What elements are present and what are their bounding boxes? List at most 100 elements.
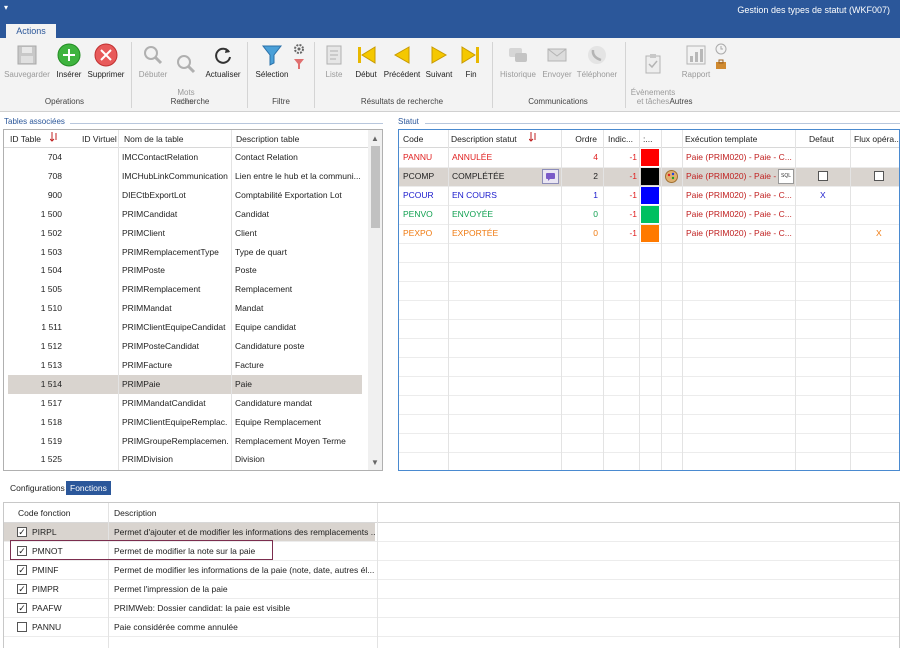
other-tools-button[interactable] <box>714 42 728 72</box>
cell-indic: -1 <box>629 190 637 200</box>
tables-grid: ID Table ID Virtuel Nom de la table Desc… <box>3 129 383 471</box>
column-header-id-table[interactable]: ID Table <box>10 130 41 148</box>
column-header-ordre[interactable]: Ordre <box>569 130 597 148</box>
palette-icon[interactable] <box>664 169 679 184</box>
column-header-code-fonction[interactable]: Code fonction <box>18 503 70 523</box>
history-button[interactable]: Historique <box>496 42 540 79</box>
cell-description: PRIMWeb: Dossier candidat: la paie est v… <box>114 603 291 613</box>
row-divider <box>399 300 899 301</box>
cell-ordre: 2 <box>593 171 598 181</box>
flux-checkbox[interactable] <box>874 171 884 181</box>
group-label-operations: Opérations <box>44 97 85 106</box>
column-divider <box>603 130 604 470</box>
window-title: Gestion des types de statut (WKF007) <box>737 5 890 15</box>
list-icon <box>321 42 347 68</box>
column-header-code[interactable]: Code <box>403 130 423 148</box>
cell-description-statut: ENVOYÉE <box>452 209 494 219</box>
cell-flux <box>876 205 896 224</box>
cell-id-table: 1 514 <box>40 378 62 389</box>
refresh-button[interactable]: Actualiser <box>202 42 244 79</box>
cell-id-table: 1 503 <box>40 246 62 257</box>
column-header-description-table[interactable]: Description table <box>236 130 299 148</box>
scroll-down-icon[interactable]: ▼ <box>371 458 379 467</box>
cell-ordre: 4 <box>593 152 598 162</box>
column-header-flux[interactable]: Flux opéra... <box>854 130 899 148</box>
column-header-defaut[interactable]: Defaut <box>809 130 834 148</box>
cell-nom-table: PRIMGroupeRemplacemen... <box>122 435 228 446</box>
column-divider <box>377 503 378 648</box>
scroll-thumb[interactable] <box>371 146 380 228</box>
cell-id-virtuel <box>80 243 116 262</box>
cell-id-table: 1 525 <box>40 454 62 465</box>
subtabs: Configurations Fonctions <box>0 481 900 495</box>
send-button[interactable]: Envoyer <box>540 42 574 79</box>
row-divider <box>399 357 899 358</box>
status-color-swatch[interactable] <box>641 168 659 185</box>
status-color-swatch[interactable] <box>641 149 659 166</box>
cell-id-virtuel <box>80 413 116 432</box>
history-clock-icon <box>715 42 727 56</box>
delete-button[interactable]: Supprimer <box>85 42 127 79</box>
scroll-up-icon[interactable]: ▲ <box>371 134 379 143</box>
tab-fonctions[interactable]: Fonctions <box>66 481 111 495</box>
comment-edit-icon[interactable] <box>542 169 559 184</box>
cell-description-table: Poste <box>235 265 257 276</box>
next-button[interactable]: Suivant <box>423 42 455 79</box>
column-header-indic[interactable]: Indic... <box>608 130 633 148</box>
cell-id-virtuel <box>80 205 116 224</box>
cell-id-table: 1 518 <box>40 416 62 427</box>
plus-icon <box>56 42 82 68</box>
last-button[interactable]: Fin <box>456 42 486 79</box>
previous-button[interactable]: Précédent <box>381 42 423 79</box>
column-header-nom-table[interactable]: Nom de la table <box>124 130 184 148</box>
keywords-search-icon <box>173 51 199 77</box>
quick-access-icon[interactable]: ▾ <box>4 3 8 12</box>
filter-settings-button[interactable] <box>292 42 306 72</box>
status-color-swatch[interactable] <box>641 225 659 242</box>
tables-vertical-scrollbar[interactable]: ▲ ▼ <box>368 130 382 470</box>
cell-id-virtuel <box>80 356 116 375</box>
cell-nom-table: PRIMMandatCandidat <box>122 397 206 408</box>
insert-button[interactable]: Insérer <box>53 42 85 79</box>
column-header-description[interactable]: Description <box>114 503 157 523</box>
cell-description-table: Lien entre le hub et la communi... <box>235 170 361 181</box>
sort-icon[interactable] <box>50 130 59 148</box>
function-checkbox[interactable] <box>17 622 27 632</box>
row-divider <box>399 452 899 453</box>
functions-grid-header: Code fonction Description <box>4 503 899 523</box>
cell-nom-table: PRIMCandidat <box>122 208 178 219</box>
column-header-description-statut[interactable]: Description statut <box>451 130 517 148</box>
cell-description-table: Division <box>235 454 265 465</box>
save-button[interactable]: Sauvegarder <box>2 42 52 79</box>
function-checkbox[interactable]: ✓ <box>17 584 27 594</box>
cell-code-fonction: PIMPR <box>32 584 59 594</box>
list-button[interactable]: Liste <box>318 42 350 79</box>
report-button[interactable]: Rapport <box>678 42 714 79</box>
status-color-swatch[interactable] <box>641 187 659 204</box>
tab-configurations[interactable]: Configurations <box>6 481 69 495</box>
cell-ordre: 0 <box>593 228 598 238</box>
first-button[interactable]: Début <box>351 42 381 79</box>
group-label-resultats: Résultats de recherche <box>360 97 444 106</box>
cell-id-table: 1 517 <box>40 397 62 408</box>
column-header-color[interactable]: :... <box>643 130 652 148</box>
column-header-id-virtuel[interactable]: ID Virtuel <box>82 130 117 148</box>
status-color-swatch[interactable] <box>641 206 659 223</box>
cell-description-statut: COMPLÉTÉE <box>452 171 505 181</box>
cell-id-table: 1 512 <box>40 341 62 351</box>
column-header-execution-template[interactable]: Exécution template <box>685 130 757 148</box>
tab-actions[interactable]: Actions <box>6 24 56 38</box>
sort-icon[interactable] <box>529 130 538 148</box>
function-checkbox[interactable]: ✓ <box>17 527 27 537</box>
cell-nom-table: PRIMClient <box>122 227 165 238</box>
row-divider <box>399 319 899 320</box>
statut-panel-title: Statut <box>398 117 419 126</box>
phone-button[interactable]: Téléphoner <box>574 42 620 79</box>
function-checkbox[interactable]: ✓ <box>17 565 27 575</box>
selection-button[interactable]: Sélection <box>251 42 293 79</box>
start-search-button[interactable]: Débuter <box>135 42 171 79</box>
sql-icon[interactable]: SQL <box>778 169 794 184</box>
function-checkbox[interactable]: ✓ <box>17 603 27 613</box>
cell-id-virtuel <box>80 394 116 413</box>
defaut-checkbox[interactable] <box>818 171 828 181</box>
